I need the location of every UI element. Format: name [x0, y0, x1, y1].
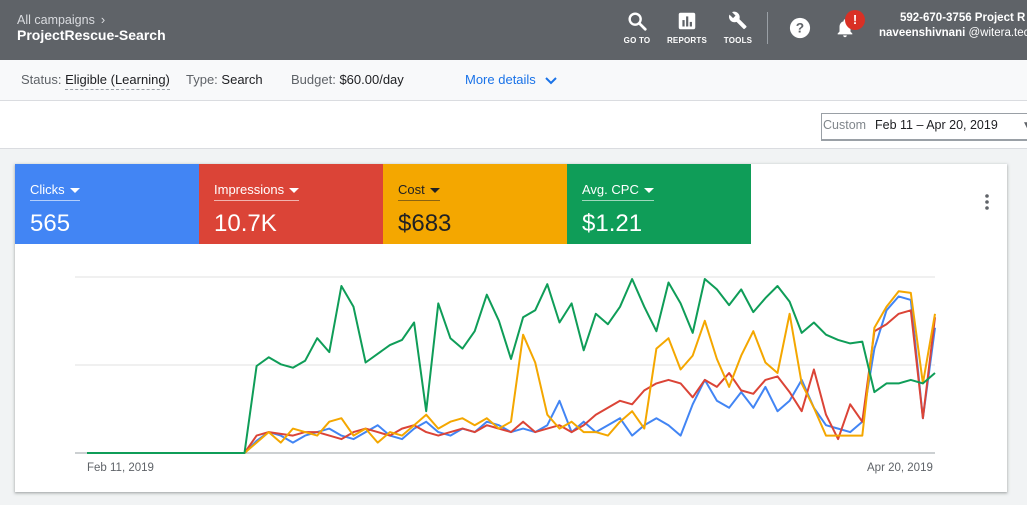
account-username: naveenshivnani — [879, 27, 966, 39]
date-range-row: Custom Feb 11 – Apr 20, 2019 ▼ — [0, 101, 1027, 149]
performance-card: Clicks 565 Impressions 10.7K Cost $683 A… — [15, 164, 1007, 492]
caret-down-icon — [643, 188, 654, 194]
help-icon[interactable]: ? — [789, 17, 811, 39]
metric-clicks-label: Clicks — [30, 182, 65, 197]
performance-line-chart — [75, 276, 936, 454]
account-id[interactable]: 592-670-3756 Project R — [900, 12, 1025, 24]
breadcrumb-all-campaigns[interactable]: All campaigns — [17, 13, 95, 27]
type-field: Type: Search — [186, 72, 263, 87]
date-preset: Custom — [823, 118, 867, 132]
campaign-title: ProjectRescue-Search — [17, 27, 166, 43]
reports-icon — [678, 12, 696, 30]
tools-label: TOOLS — [723, 36, 753, 45]
metric-cost-selector[interactable]: Cost — [398, 182, 440, 201]
budget-label: Budget: — [291, 72, 336, 87]
metric-avg-cpc-label: Avg. CPC — [582, 182, 639, 197]
metric-cost-label: Cost — [398, 182, 425, 197]
metric-impressions[interactable]: Impressions 10.7K — [199, 164, 383, 244]
wrench-icon — [729, 11, 747, 30]
metric-clicks-value: 565 — [30, 210, 71, 237]
chevron-down-icon — [545, 76, 558, 84]
status-label: Status: — [21, 72, 62, 87]
tools-button[interactable]: TOOLS — [708, 10, 768, 45]
date-range-value: Feb 11 – Apr 20, 2019 — [875, 118, 998, 132]
chart-series — [87, 278, 936, 454]
caret-down-icon — [69, 188, 80, 194]
budget-field: Budget: $60.00/day — [291, 72, 404, 87]
metric-impressions-selector[interactable]: Impressions — [214, 182, 300, 201]
breadcrumb[interactable]: All campaigns › — [17, 12, 105, 27]
metric-clicks-selector[interactable]: Clicks — [30, 182, 80, 201]
chart-gridlines — [75, 276, 935, 454]
metric-avg-cpc-value: $1.21 — [582, 210, 643, 237]
status-field: Status: Eligible (Learning) — [21, 72, 170, 90]
series-line-clicks — [87, 295, 936, 454]
budget-value: $60.00/day — [339, 72, 404, 87]
dropdown-arrow-icon: ▼ — [1022, 120, 1027, 131]
series-line-cost — [87, 290, 936, 454]
metric-avg-cpc[interactable]: Avg. CPC $1.21 — [567, 164, 751, 244]
date-range-picker[interactable]: Custom Feb 11 – Apr 20, 2019 ▼ — [821, 113, 1027, 141]
metric-impressions-label: Impressions — [214, 182, 285, 197]
type-label: Type: — [186, 72, 218, 87]
account-user[interactable]: naveenshivnani @witera.tec — [879, 27, 1027, 39]
metric-impressions-value: 10.7K — [214, 210, 277, 237]
campaign-status-bar: Status: Eligible (Learning) Type: Search… — [0, 60, 1027, 101]
top-bar: All campaigns › ProjectRescue-Search GO T… — [0, 0, 1027, 60]
x-axis-start-label: Feb 11, 2019 — [87, 462, 154, 474]
notification-badge: ! — [845, 10, 865, 30]
more-options-icon[interactable] — [977, 192, 997, 212]
x-axis-end-label: Apr 20, 2019 — [867, 462, 933, 474]
series-line-impressions — [87, 309, 936, 454]
type-value: Search — [221, 72, 263, 87]
status-value[interactable]: Eligible (Learning) — [65, 72, 170, 90]
more-details-label: More details — [465, 72, 536, 87]
search-icon — [628, 12, 647, 31]
caret-down-icon — [289, 188, 300, 194]
metric-avg-cpc-selector[interactable]: Avg. CPC — [582, 182, 654, 201]
metric-cost[interactable]: Cost $683 — [383, 164, 567, 244]
metric-cost-value: $683 — [398, 210, 452, 237]
chevron-right-icon: › — [100, 12, 106, 27]
more-details-button[interactable]: More details — [465, 72, 558, 87]
series-line-avg-cpc — [87, 278, 936, 454]
svg-text:?: ? — [796, 21, 804, 36]
account-email: @witera.tec — [968, 27, 1027, 39]
header-divider — [767, 12, 768, 44]
caret-down-icon — [429, 188, 440, 194]
metric-clicks[interactable]: Clicks 565 — [15, 164, 199, 244]
